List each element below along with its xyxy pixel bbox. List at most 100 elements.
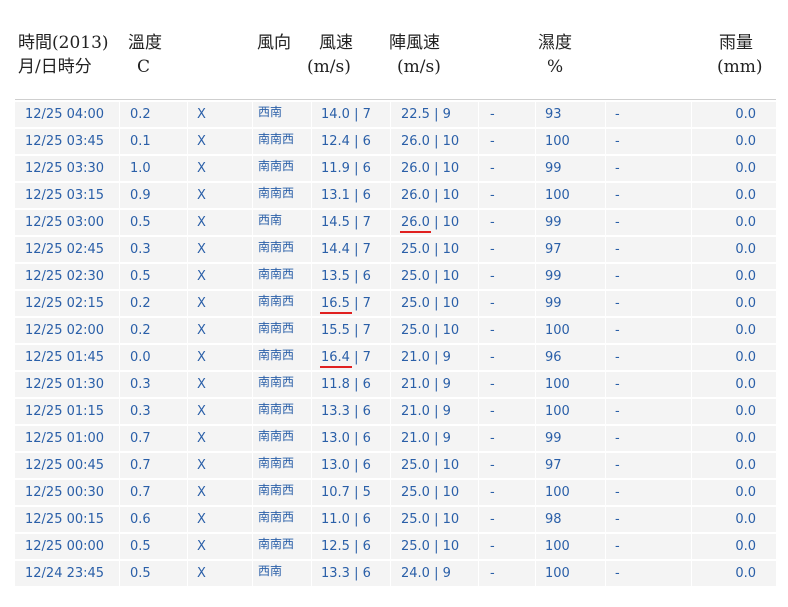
cell-speed: 14.4 | 7 — [321, 242, 371, 257]
header-speed-line1: 風速 — [319, 33, 353, 53]
underline-gust-1500 — [400, 231, 431, 233]
table-row: 12/25 01:30 0.3 X 南南西 11.8 | 6 21.0 | 9 - 100 - 0… — [15, 372, 776, 398]
column-divider — [691, 399, 692, 425]
header-hum-line1: 濕度 — [538, 33, 572, 53]
cell-x: X — [197, 566, 206, 581]
column-divider — [119, 156, 120, 182]
column-divider — [390, 291, 391, 317]
cell-gust: 25.0 | 10 — [401, 485, 460, 500]
cell-gust: 25.0 | 10 — [401, 458, 460, 473]
column-divider — [390, 426, 391, 452]
weather-table: 12/25 04:00 0.2 X 西南 14.0 | 7 22.5 | 9 - 93 - 0.0… — [15, 99, 776, 587]
column-divider — [478, 480, 479, 506]
column-divider — [252, 345, 253, 371]
cell-d2: - — [615, 323, 620, 338]
column-divider — [311, 183, 312, 209]
cell-speed: 12.4 | 6 — [321, 134, 371, 149]
column-divider — [119, 561, 120, 587]
cell-d2: - — [615, 566, 620, 581]
cell-d1: - — [490, 188, 495, 203]
column-divider — [535, 183, 536, 209]
column-divider — [119, 102, 120, 128]
cell-dir: 南南西 — [258, 321, 295, 335]
column-divider — [691, 237, 692, 263]
cell-x: X — [197, 431, 206, 446]
cell-dir: 南南西 — [258, 132, 295, 146]
cell-d1: - — [490, 215, 495, 230]
column-divider — [311, 102, 312, 128]
cell-dir: 南南西 — [258, 240, 295, 254]
cell-hum: 99 — [545, 431, 562, 446]
column-divider — [535, 102, 536, 128]
cell-d1: - — [490, 296, 495, 311]
column-divider — [311, 129, 312, 155]
column-divider — [478, 129, 479, 155]
table-row: 12/25 02:45 0.3 X 南南西 14.4 | 7 25.0 | 10 - 97 - 0… — [15, 237, 776, 263]
cell-x: X — [197, 242, 206, 257]
table-row: 12/25 03:00 0.5 X 西南 14.5 | 7 26.0 | 10-99-0.… — [15, 210, 776, 236]
column-divider — [478, 237, 479, 263]
cell-speed: 13.5 | 6 — [321, 269, 371, 284]
column-divider — [605, 129, 606, 155]
column-divider — [390, 534, 391, 560]
cell-speed: 13.1 | 6 — [321, 188, 371, 203]
cell-temp: 0.6 — [130, 512, 151, 527]
table-row: 12/25 03:30 1.0 X 南南西 11.9 | 6 26.0 | 10 - 99 - 0… — [15, 156, 776, 182]
column-divider — [119, 210, 120, 236]
table-row: 12/25 00:30 0.7 X 南南西 10.7 | 5 25.0 | 10 - 100 -… — [15, 480, 776, 506]
cell-rain: 0.0 — [735, 458, 756, 473]
cell-gust: 25.0 | 10 — [401, 539, 460, 554]
cell-speed: 13.0 | 6 — [321, 431, 371, 446]
header-gust-line2: (m/s) — [397, 57, 441, 77]
cell-rain: 0.0 — [735, 404, 756, 419]
cell-speed: 14.0 | 7 — [321, 107, 371, 122]
cell-x: X — [197, 323, 206, 338]
column-divider — [390, 561, 391, 587]
cell-gust: 25.0 | 10 — [401, 242, 460, 257]
column-divider — [478, 372, 479, 398]
cell-time: 12/25 01:15 — [25, 404, 105, 419]
cell-dir: 西南 — [258, 213, 283, 227]
cell-time: 12/25 02:15 — [25, 296, 105, 311]
column-divider — [187, 183, 188, 209]
cell-temp: 1.0 — [130, 161, 151, 176]
header-time-line2: 月/日時分 — [18, 57, 92, 77]
cell-dir: 南南西 — [258, 402, 295, 416]
column-divider — [390, 372, 391, 398]
cell-hum: 96 — [545, 350, 562, 365]
cell-time: 12/25 00:30 — [25, 485, 105, 500]
column-divider — [119, 129, 120, 155]
cell-time: 12/25 03:45 — [25, 134, 105, 149]
table-row: 12/25 02:30 0.5 X 南南西 13.5 | 6 25.0 | 10 - 99 - 0… — [15, 264, 776, 290]
cell-gust: 21.0 | 9 — [401, 377, 451, 392]
column-divider — [311, 372, 312, 398]
column-divider — [691, 210, 692, 236]
cell-rain: 0.0 — [735, 161, 756, 176]
cell-time: 12/25 00:15 — [25, 512, 105, 527]
cell-d2: - — [615, 539, 620, 554]
column-divider — [605, 183, 606, 209]
underline-speed-0145 — [320, 366, 352, 368]
column-divider — [311, 426, 312, 452]
cell-d1: - — [490, 458, 495, 473]
cell-gust: 21.0 | 9 — [401, 350, 451, 365]
cell-dir: 南南西 — [258, 429, 295, 443]
cell-d2: - — [615, 485, 620, 500]
cell-temp: 0.9 — [130, 188, 151, 203]
cell-rain: 0.0 — [735, 323, 756, 338]
cell-dir: 南南西 — [258, 348, 295, 362]
table-row: 12/25 01:15 0.3 X 南南西 13.3 | 6 21.0 | 9 - 100 - 0… — [15, 399, 776, 425]
cell-d1: - — [490, 512, 495, 527]
header-rain-line2: (mm) — [717, 57, 763, 77]
column-divider — [390, 183, 391, 209]
column-divider — [390, 345, 391, 371]
column-divider — [252, 102, 253, 128]
column-divider — [119, 534, 120, 560]
column-divider — [605, 426, 606, 452]
column-divider — [252, 480, 253, 506]
cell-d2: - — [615, 512, 620, 527]
cell-d2: - — [615, 215, 620, 230]
column-divider — [478, 210, 479, 236]
cell-rain: 0.0 — [735, 188, 756, 203]
cell-time: 12/25 03:00 — [25, 215, 105, 230]
